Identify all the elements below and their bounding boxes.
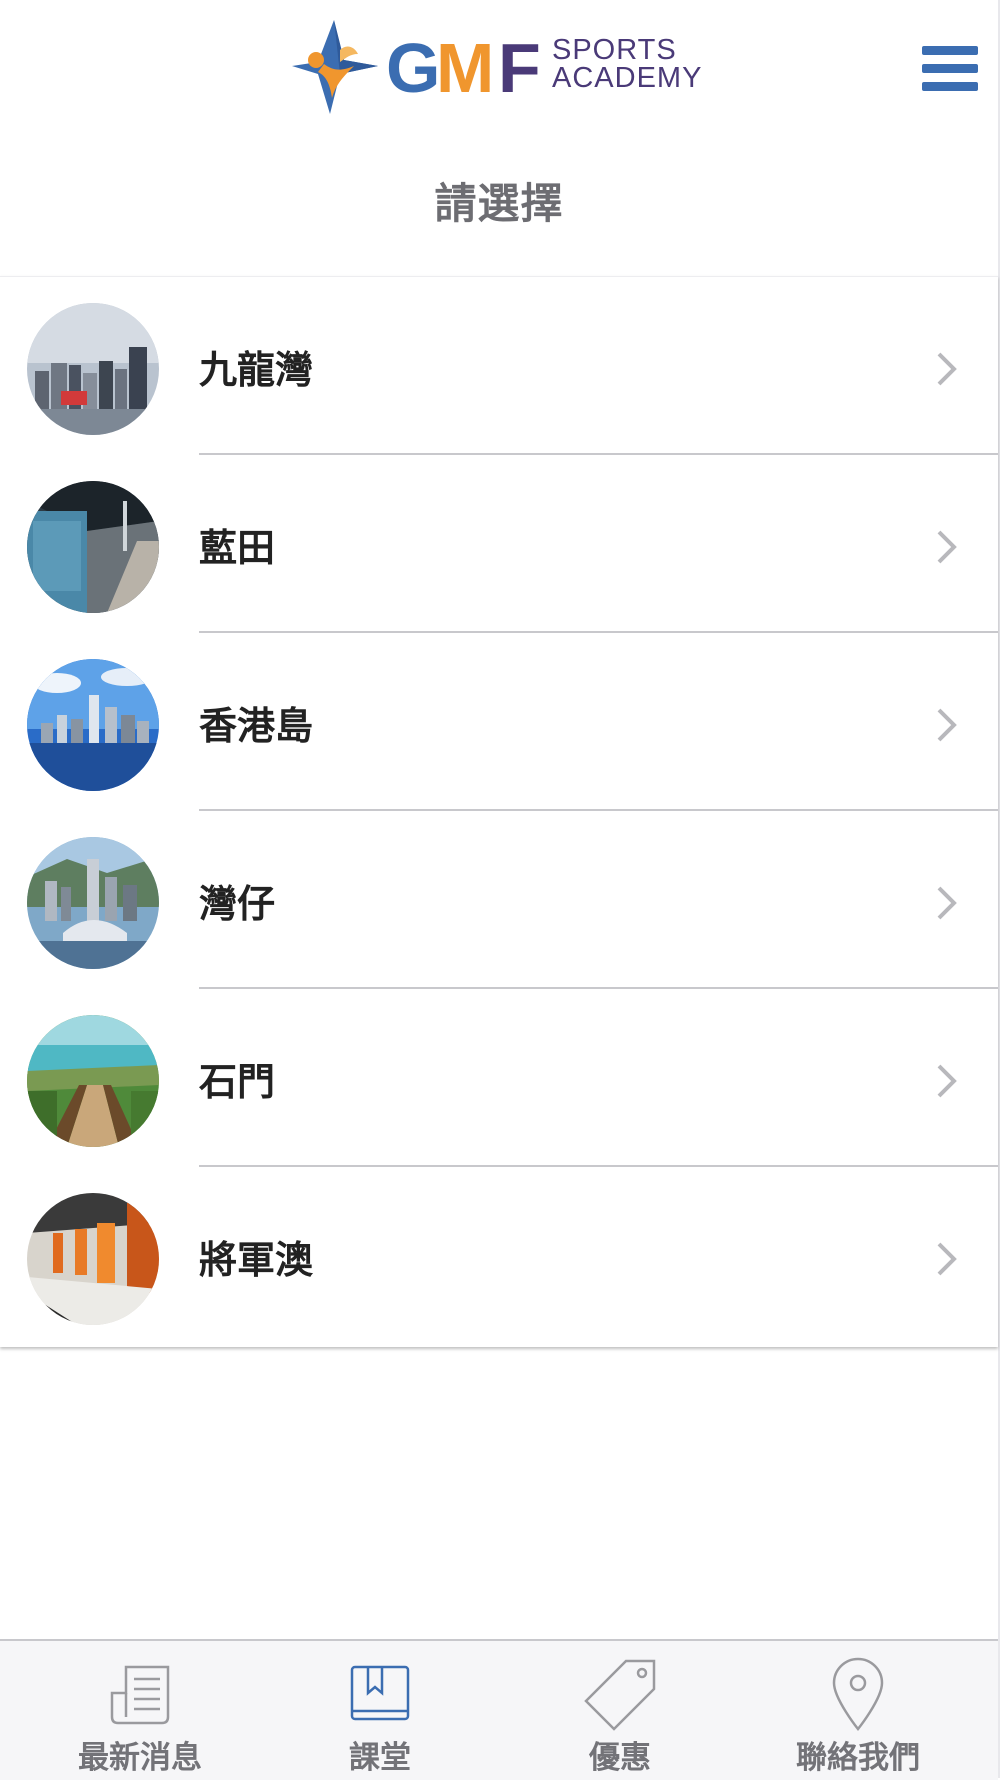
newspaper-icon bbox=[110, 1665, 170, 1725]
list-item-shek-mun[interactable]: 石門 bbox=[0, 989, 998, 1167]
list-item-tseung-kwan-o[interactable]: 將軍澳 bbox=[0, 1167, 998, 1345]
tab-contact[interactable]: 聯絡我們 bbox=[738, 1641, 978, 1780]
wan-chai-thumbnail bbox=[27, 837, 159, 969]
kowloon-bay-thumbnail bbox=[27, 303, 159, 435]
bottom-tab-bar: 最新消息 課堂 優惠 聯絡我們 bbox=[0, 1639, 998, 1780]
tab-offers[interactable]: 優惠 bbox=[500, 1641, 740, 1780]
location-label: 九龍灣 bbox=[199, 348, 314, 392]
chevron-right-icon bbox=[937, 352, 957, 386]
location-label: 將軍澳 bbox=[199, 1238, 314, 1282]
shek-mun-thumbnail bbox=[27, 1015, 159, 1147]
chevron-right-icon bbox=[937, 1242, 957, 1276]
list-item-kowloon-bay[interactable]: 九龍灣 bbox=[0, 277, 998, 455]
chevron-right-icon bbox=[937, 708, 957, 742]
chevron-right-icon bbox=[937, 1064, 957, 1098]
location-label: 香港島 bbox=[199, 704, 314, 748]
tab-label: 課堂 bbox=[349, 1740, 411, 1776]
logo-sports-text: SPORTS bbox=[552, 34, 677, 66]
svg-text:F: F bbox=[498, 29, 541, 107]
hamburger-menu-icon[interactable] bbox=[922, 44, 978, 92]
location-label: 藍田 bbox=[199, 526, 276, 570]
location-label: 石門 bbox=[199, 1060, 276, 1104]
chevron-right-icon bbox=[937, 530, 957, 564]
list-item-lam-tin[interactable]: 藍田 bbox=[0, 455, 998, 633]
tab-label: 最新消息 bbox=[78, 1740, 202, 1776]
svg-text:M: M bbox=[436, 29, 494, 107]
list-item-wan-chai[interactable]: 灣仔 bbox=[0, 811, 998, 989]
logo-academy-text: ACADEMY bbox=[552, 62, 703, 94]
logo-emblem-icon bbox=[292, 20, 378, 114]
location-label: 灣仔 bbox=[199, 882, 276, 926]
tab-label: 優惠 bbox=[589, 1740, 651, 1776]
lam-tin-thumbnail bbox=[27, 481, 159, 613]
location-pin-icon bbox=[832, 1657, 884, 1732]
chevron-right-icon bbox=[937, 886, 957, 920]
tseung-kwan-o-thumbnail bbox=[27, 1193, 159, 1325]
gmf-logo[interactable]: G M F SPORTS ACADEMY bbox=[288, 14, 713, 124]
tab-news[interactable]: 最新消息 bbox=[20, 1641, 260, 1780]
tab-label: 聯絡我們 bbox=[796, 1740, 920, 1776]
svg-text:G: G bbox=[386, 29, 440, 107]
page-title: 請選擇 bbox=[434, 179, 564, 228]
header: G M F SPORTS ACADEMY bbox=[0, 0, 998, 140]
list-item-hong-kong-island[interactable]: 香港島 bbox=[0, 633, 998, 811]
location-list: 九龍灣 藍田 香港島 灣仔 石門 將軍澳 bbox=[0, 276, 998, 1347]
tab-classes[interactable]: 課堂 bbox=[260, 1641, 500, 1780]
tag-icon bbox=[584, 1659, 656, 1731]
book-icon bbox=[350, 1665, 410, 1721]
app-screen: G M F SPORTS ACADEMY 請選擇 九龍灣 藍田 香港島 灣仔 石… bbox=[0, 0, 1000, 1780]
hong-kong-island-thumbnail bbox=[27, 659, 159, 791]
